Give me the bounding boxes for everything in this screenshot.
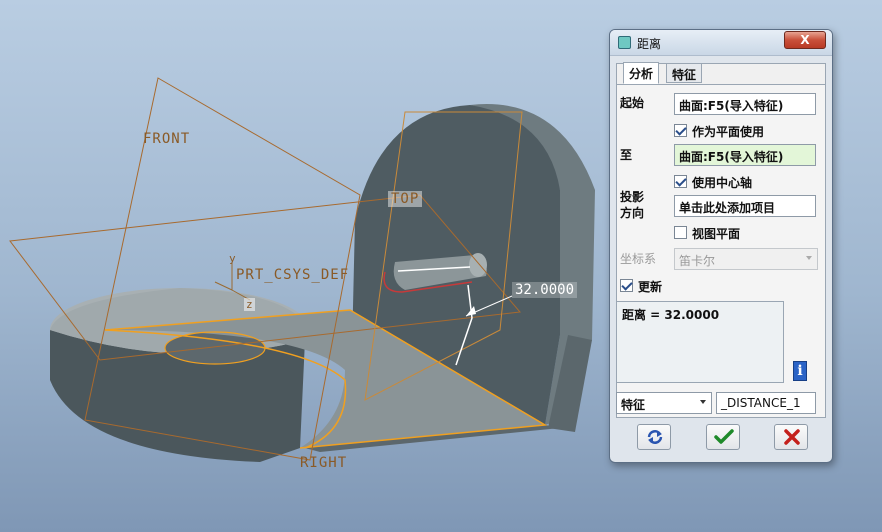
checkmark-icon (714, 429, 734, 444)
chevron-down-icon (700, 400, 706, 404)
csys-type-value: 笛卡尔 (679, 254, 716, 268)
dialog-panel: 分析 特征 起始 曲面:F5(导入特征) 作为平面使用 至 曲面:F5(导入特征… (616, 62, 826, 418)
feature-name-input[interactable]: _DISTANCE_1 (716, 392, 816, 414)
projection-label-1: 投影 (620, 190, 645, 204)
use-center-axis-checkbox[interactable] (674, 175, 687, 188)
update-checkbox[interactable] (620, 279, 633, 292)
front-plane-label: FRONT (143, 131, 191, 147)
dialog-title: 距离 (637, 37, 662, 51)
analysis-tab-body: 起始 曲面:F5(导入特征) 作为平面使用 至 曲面:F5(导入特征) 使用中心… (616, 84, 825, 417)
csys-type-label: 坐标系 (620, 252, 657, 266)
to-collector[interactable]: 曲面:F5(导入特征) (674, 144, 816, 166)
from-label: 起始 (620, 96, 645, 110)
ok-button[interactable] (706, 424, 740, 450)
right-plane-label: RIGHT (300, 455, 348, 471)
tab-analysis[interactable]: 分析 (623, 62, 660, 84)
cancel-button[interactable] (774, 424, 808, 450)
dimension-value-label[interactable]: 32.0000 (512, 282, 578, 298)
info-icon[interactable]: i (793, 361, 807, 381)
result-text: 距离 = 32.0000 (622, 308, 720, 322)
use-as-plane-label: 作为平面使用 (692, 125, 765, 139)
csys-type-select: 笛卡尔 (674, 248, 818, 270)
top-plane-label: TOP (388, 191, 423, 207)
view-plane-label: 视图平面 (692, 227, 741, 241)
axis-y-label: y (229, 252, 236, 265)
from-collector[interactable]: 曲面:F5(导入特征) (674, 93, 816, 115)
projection-collector[interactable]: 单击此处添加项目 (674, 195, 816, 217)
to-label: 至 (620, 148, 633, 162)
cross-icon (784, 429, 800, 445)
csys-label: PRT_CSYS_DEF (236, 267, 350, 283)
feature-type-select[interactable]: 特征 (616, 392, 712, 414)
repeat-button[interactable] (637, 424, 671, 450)
feature-type-value: 特征 (621, 398, 646, 412)
use-center-axis-label: 使用中心轴 (692, 176, 753, 190)
update-label: 更新 (638, 280, 663, 294)
dialog-titlebar[interactable]: 距离 X (610, 30, 832, 56)
result-output: 距离 = 32.0000 (616, 301, 784, 383)
chevron-down-icon (806, 256, 812, 260)
use-as-plane-checkbox[interactable] (674, 124, 687, 137)
axis-z-label: z (244, 298, 255, 311)
projection-label-2: 方向 (620, 206, 645, 220)
view-plane-checkbox[interactable] (674, 226, 687, 239)
distance-dialog: 距离 X 分析 特征 起始 曲面:F5(导入特征) 作为平面使用 至 曲面:F5… (609, 29, 833, 463)
close-button[interactable]: X (784, 31, 826, 49)
repeat-icon (647, 430, 663, 444)
tab-feature[interactable]: 特征 (666, 63, 703, 83)
dialog-app-icon (618, 36, 631, 49)
